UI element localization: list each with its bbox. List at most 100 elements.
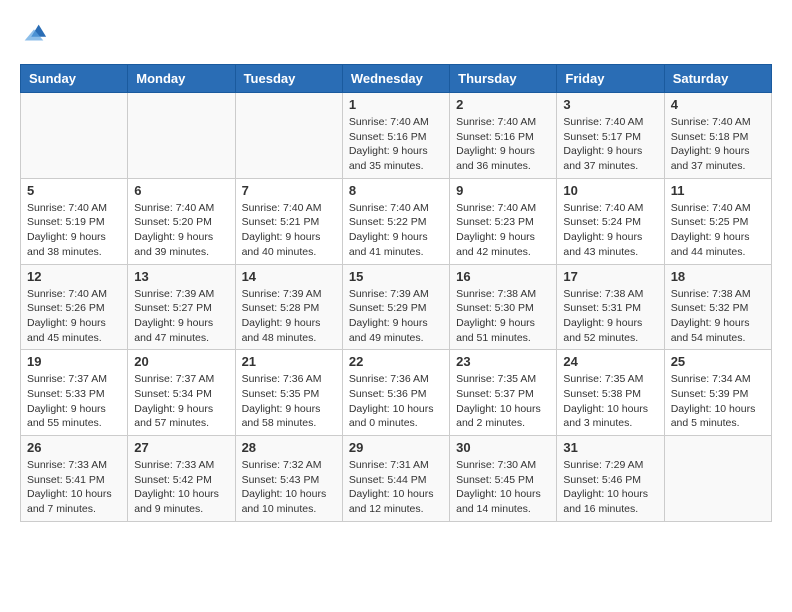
calendar-cell: 1 Sunrise: 7:40 AM Sunset: 5:16 PM Daylig… bbox=[342, 93, 449, 179]
day-info: Sunrise: 7:39 AM Sunset: 5:27 PM Dayligh… bbox=[134, 287, 228, 346]
day-number: 24 bbox=[563, 354, 657, 369]
day-number: 7 bbox=[242, 183, 336, 198]
header-friday: Friday bbox=[557, 65, 664, 93]
calendar-cell: 31Sunrise: 7:29 AM Sunset: 5:46 PM Dayli… bbox=[557, 436, 664, 522]
day-number: 28 bbox=[242, 440, 336, 455]
day-info: Sunrise: 7:35 AM Sunset: 5:38 PM Dayligh… bbox=[563, 372, 657, 431]
calendar-cell: 7 Sunrise: 7:40 AM Sunset: 5:21 PM Daylig… bbox=[235, 178, 342, 264]
day-info: Sunrise: 7:37 AM Sunset: 5:34 PM Dayligh… bbox=[134, 372, 228, 431]
calendar-cell: 19 Sunrise: 7:37 AM Sunset: 5:33 PM Dayli… bbox=[21, 350, 128, 436]
day-info: Sunrise: 7:34 AM Sunset: 5:39 PM Dayligh… bbox=[671, 372, 765, 431]
day-info: Sunrise: 7:40 AM Sunset: 5:25 PM Dayligh… bbox=[671, 201, 765, 260]
calendar-cell bbox=[235, 93, 342, 179]
calendar-cell: 4 Sunrise: 7:40 AM Sunset: 5:18 PM Daylig… bbox=[664, 93, 771, 179]
day-number: 15 bbox=[349, 269, 443, 284]
day-info: Sunrise: 7:40 AM Sunset: 5:18 PM Dayligh… bbox=[671, 115, 765, 174]
day-number: 16 bbox=[456, 269, 550, 284]
day-number: 22 bbox=[349, 354, 443, 369]
calendar-cell: 20 Sunrise: 7:37 AM Sunset: 5:34 PM Dayli… bbox=[128, 350, 235, 436]
header-wednesday: Wednesday bbox=[342, 65, 449, 93]
week-row-2: 12 Sunrise: 7:40 AM Sunset: 5:26 PM Dayli… bbox=[21, 264, 772, 350]
calendar-cell: 2 Sunrise: 7:40 AM Sunset: 5:16 PM Daylig… bbox=[450, 93, 557, 179]
calendar-cell: 24 Sunrise: 7:35 AM Sunset: 5:38 PM Dayli… bbox=[557, 350, 664, 436]
header-saturday: Saturday bbox=[664, 65, 771, 93]
calendar-table: SundayMondayTuesdayWednesdayThursdayFrid… bbox=[20, 64, 772, 522]
day-info: Sunrise: 7:30 AM Sunset: 5:45 PM Dayligh… bbox=[456, 458, 550, 517]
calendar-cell: 5 Sunrise: 7:40 AM Sunset: 5:19 PM Daylig… bbox=[21, 178, 128, 264]
day-info: Sunrise: 7:33 AM Sunset: 5:41 PM Dayligh… bbox=[27, 458, 121, 517]
day-info: Sunrise: 7:40 AM Sunset: 5:16 PM Dayligh… bbox=[349, 115, 443, 174]
day-number: 18 bbox=[671, 269, 765, 284]
day-info: Sunrise: 7:39 AM Sunset: 5:29 PM Dayligh… bbox=[349, 287, 443, 346]
day-info: Sunrise: 7:39 AM Sunset: 5:28 PM Dayligh… bbox=[242, 287, 336, 346]
day-info: Sunrise: 7:40 AM Sunset: 5:21 PM Dayligh… bbox=[242, 201, 336, 260]
day-number: 31 bbox=[563, 440, 657, 455]
day-info: Sunrise: 7:38 AM Sunset: 5:32 PM Dayligh… bbox=[671, 287, 765, 346]
calendar-header-row: SundayMondayTuesdayWednesdayThursdayFrid… bbox=[21, 65, 772, 93]
calendar-cell: 22 Sunrise: 7:36 AM Sunset: 5:36 PM Dayli… bbox=[342, 350, 449, 436]
day-number: 29 bbox=[349, 440, 443, 455]
calendar-cell: 12 Sunrise: 7:40 AM Sunset: 5:26 PM Dayli… bbox=[21, 264, 128, 350]
day-number: 14 bbox=[242, 269, 336, 284]
calendar-cell bbox=[664, 436, 771, 522]
day-number: 23 bbox=[456, 354, 550, 369]
calendar-cell: 27 Sunrise: 7:33 AM Sunset: 5:42 PM Dayli… bbox=[128, 436, 235, 522]
page-header bbox=[20, 20, 772, 48]
day-number: 12 bbox=[27, 269, 121, 284]
day-number: 6 bbox=[134, 183, 228, 198]
day-number: 27 bbox=[134, 440, 228, 455]
day-info: Sunrise: 7:36 AM Sunset: 5:36 PM Dayligh… bbox=[349, 372, 443, 431]
day-info: Sunrise: 7:40 AM Sunset: 5:23 PM Dayligh… bbox=[456, 201, 550, 260]
day-number: 4 bbox=[671, 97, 765, 112]
day-info: Sunrise: 7:40 AM Sunset: 5:17 PM Dayligh… bbox=[563, 115, 657, 174]
day-number: 3 bbox=[563, 97, 657, 112]
day-info: Sunrise: 7:33 AM Sunset: 5:42 PM Dayligh… bbox=[134, 458, 228, 517]
calendar-cell: 17 Sunrise: 7:38 AM Sunset: 5:31 PM Dayli… bbox=[557, 264, 664, 350]
calendar-cell: 11 Sunrise: 7:40 AM Sunset: 5:25 PM Dayli… bbox=[664, 178, 771, 264]
week-row-4: 26Sunrise: 7:33 AM Sunset: 5:41 PM Dayli… bbox=[21, 436, 772, 522]
day-info: Sunrise: 7:40 AM Sunset: 5:26 PM Dayligh… bbox=[27, 287, 121, 346]
calendar-cell: 29Sunrise: 7:31 AM Sunset: 5:44 PM Dayli… bbox=[342, 436, 449, 522]
day-number: 25 bbox=[671, 354, 765, 369]
calendar-cell: 28Sunrise: 7:32 AM Sunset: 5:43 PM Dayli… bbox=[235, 436, 342, 522]
day-number: 5 bbox=[27, 183, 121, 198]
calendar-cell: 10Sunrise: 7:40 AM Sunset: 5:24 PM Dayli… bbox=[557, 178, 664, 264]
day-number: 30 bbox=[456, 440, 550, 455]
calendar-cell bbox=[128, 93, 235, 179]
day-info: Sunrise: 7:38 AM Sunset: 5:31 PM Dayligh… bbox=[563, 287, 657, 346]
day-number: 21 bbox=[242, 354, 336, 369]
header-sunday: Sunday bbox=[21, 65, 128, 93]
week-row-3: 19 Sunrise: 7:37 AM Sunset: 5:33 PM Dayli… bbox=[21, 350, 772, 436]
day-number: 17 bbox=[563, 269, 657, 284]
day-info: Sunrise: 7:36 AM Sunset: 5:35 PM Dayligh… bbox=[242, 372, 336, 431]
calendar-cell: 3 Sunrise: 7:40 AM Sunset: 5:17 PM Daylig… bbox=[557, 93, 664, 179]
calendar-cell: 6Sunrise: 7:40 AM Sunset: 5:20 PM Daylig… bbox=[128, 178, 235, 264]
logo bbox=[20, 20, 52, 48]
logo-icon bbox=[20, 20, 48, 48]
day-info: Sunrise: 7:35 AM Sunset: 5:37 PM Dayligh… bbox=[456, 372, 550, 431]
header-thursday: Thursday bbox=[450, 65, 557, 93]
day-number: 20 bbox=[134, 354, 228, 369]
week-row-1: 5 Sunrise: 7:40 AM Sunset: 5:19 PM Daylig… bbox=[21, 178, 772, 264]
calendar-cell: 30 Sunrise: 7:30 AM Sunset: 5:45 PM Dayli… bbox=[450, 436, 557, 522]
day-info: Sunrise: 7:37 AM Sunset: 5:33 PM Dayligh… bbox=[27, 372, 121, 431]
calendar-cell: 15 Sunrise: 7:39 AM Sunset: 5:29 PM Dayli… bbox=[342, 264, 449, 350]
day-number: 9 bbox=[456, 183, 550, 198]
day-number: 19 bbox=[27, 354, 121, 369]
day-info: Sunrise: 7:40 AM Sunset: 5:22 PM Dayligh… bbox=[349, 201, 443, 260]
day-number: 13 bbox=[134, 269, 228, 284]
calendar-cell: 21 Sunrise: 7:36 AM Sunset: 5:35 PM Dayli… bbox=[235, 350, 342, 436]
calendar-cell: 18 Sunrise: 7:38 AM Sunset: 5:32 PM Dayli… bbox=[664, 264, 771, 350]
calendar-cell: 25 Sunrise: 7:34 AM Sunset: 5:39 PM Dayli… bbox=[664, 350, 771, 436]
day-number: 1 bbox=[349, 97, 443, 112]
week-row-0: 1 Sunrise: 7:40 AM Sunset: 5:16 PM Daylig… bbox=[21, 93, 772, 179]
day-info: Sunrise: 7:40 AM Sunset: 5:19 PM Dayligh… bbox=[27, 201, 121, 260]
day-number: 8 bbox=[349, 183, 443, 198]
calendar-cell: 16Sunrise: 7:38 AM Sunset: 5:30 PM Dayli… bbox=[450, 264, 557, 350]
day-number: 11 bbox=[671, 183, 765, 198]
day-info: Sunrise: 7:40 AM Sunset: 5:16 PM Dayligh… bbox=[456, 115, 550, 174]
calendar-cell: 14 Sunrise: 7:39 AM Sunset: 5:28 PM Dayli… bbox=[235, 264, 342, 350]
calendar-cell: 26Sunrise: 7:33 AM Sunset: 5:41 PM Dayli… bbox=[21, 436, 128, 522]
day-number: 2 bbox=[456, 97, 550, 112]
day-number: 10 bbox=[563, 183, 657, 198]
